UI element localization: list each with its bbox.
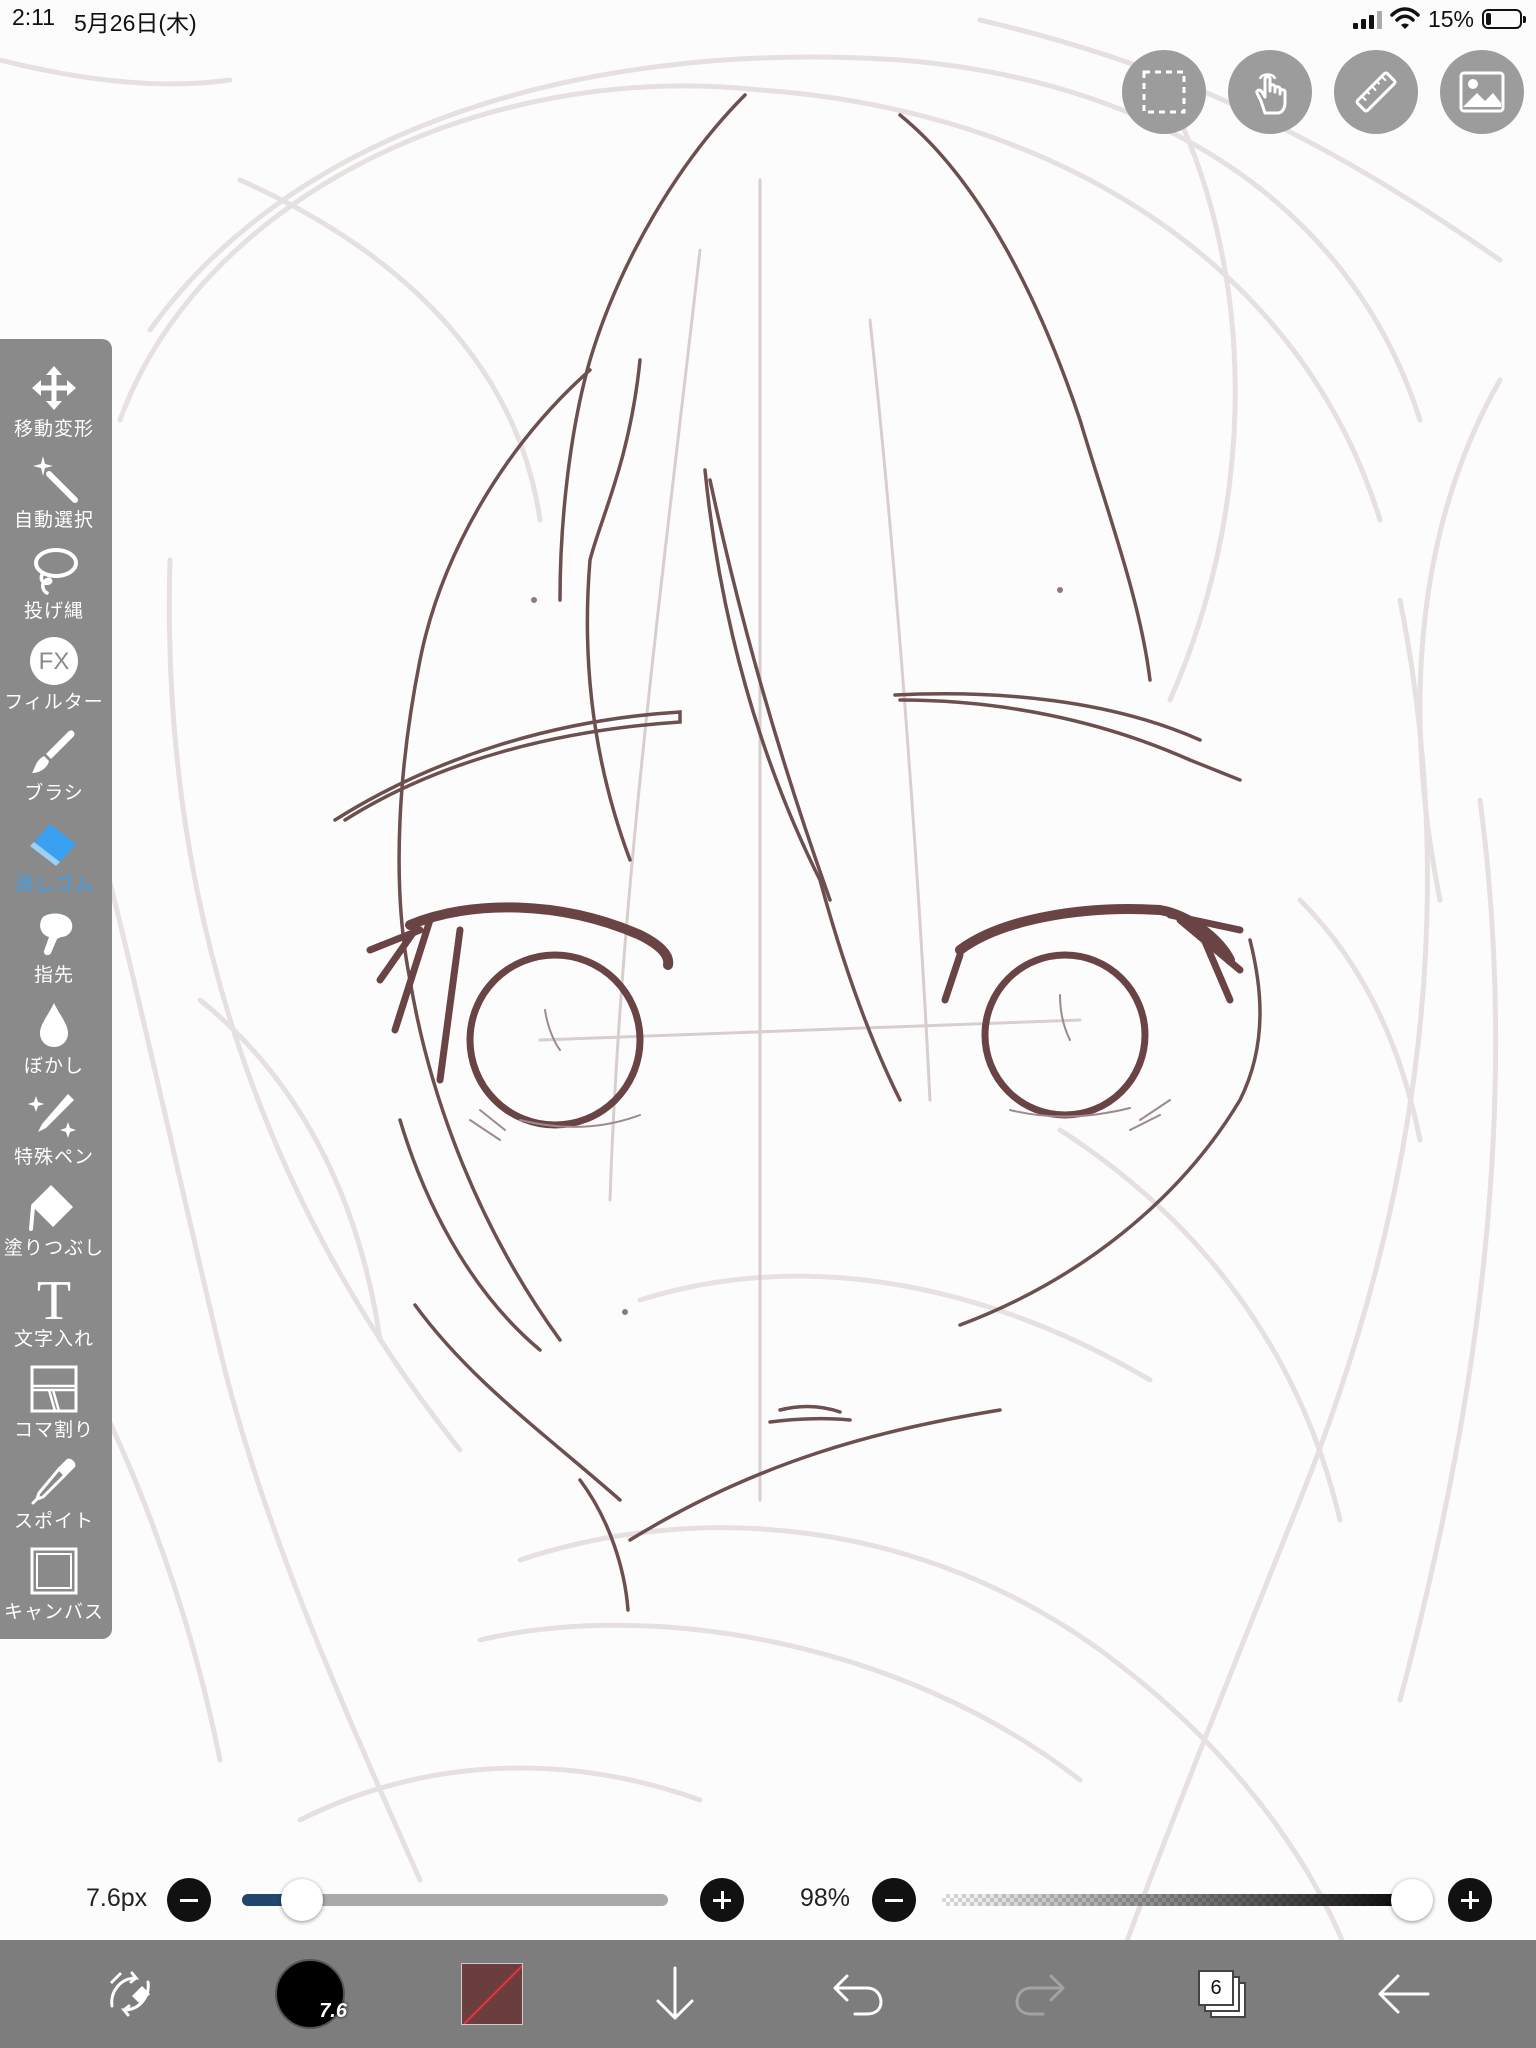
tool-label: 投げ縄 xyxy=(23,601,84,622)
gesture-touch-button[interactable] xyxy=(1228,50,1312,134)
status-date: 5月26日(木) xyxy=(74,10,197,36)
tool-label: フィルター xyxy=(4,692,104,713)
cellular-signal-icon xyxy=(1352,9,1382,29)
opacity-label: 98% xyxy=(800,1884,851,1912)
material-image-button[interactable] xyxy=(1440,50,1524,134)
tool-bucket-fill[interactable]: 塗りつぶし xyxy=(0,1179,108,1270)
tool-label: 自動選択 xyxy=(13,510,94,531)
tool-finger[interactable]: 指先 xyxy=(0,906,108,997)
touch-hand-icon xyxy=(1255,73,1287,115)
tool-move-transform[interactable]: 移動変形 xyxy=(0,360,108,451)
eraser-icon xyxy=(30,824,76,866)
brush-size-thumb[interactable] xyxy=(280,1879,323,1921)
brush-size-button[interactable]: 7.6 xyxy=(270,1940,350,2048)
eyedropper-icon xyxy=(31,1458,76,1505)
brush-size-icon: 7.6 xyxy=(275,1959,347,2029)
brush-icon xyxy=(32,730,75,773)
frame-divider-icon xyxy=(30,1365,78,1413)
tool-label: スポイト xyxy=(13,1511,94,1532)
undo-button[interactable] xyxy=(818,1940,898,2048)
image-icon xyxy=(1459,71,1505,113)
ruler-icon xyxy=(1355,71,1397,113)
opacity-decrease-button[interactable] xyxy=(872,1878,916,1922)
move-transform-icon xyxy=(32,366,76,410)
canvas-icon xyxy=(30,1547,78,1595)
transform-swap-button[interactable] xyxy=(90,1940,170,2048)
selection-layer-button[interactable] xyxy=(1122,50,1206,134)
status-bar: 2:11 5月26日(木) 15% xyxy=(0,0,1536,36)
tool-label: ぼかし xyxy=(23,1056,84,1077)
wifi-icon xyxy=(1390,7,1420,29)
tool-label: 移動変形 xyxy=(13,419,94,440)
brush-size-badge: 7.6 xyxy=(319,2000,347,2022)
tool-label: 指先 xyxy=(33,965,74,986)
transform-swap-icon xyxy=(110,1971,150,2017)
bottom-toolbar: 7.6 6 xyxy=(0,1940,1536,2048)
dashed-rect-selection-icon xyxy=(1142,70,1186,114)
tool-label: 塗りつぶし xyxy=(3,1238,105,1259)
tool-label: ブラシ xyxy=(24,783,84,804)
tool-label: コマ割り xyxy=(13,1420,94,1441)
lasso-icon xyxy=(34,548,78,595)
tool-special-pen[interactable]: 特殊ペン xyxy=(0,1088,108,1179)
layers-button[interactable]: 6 xyxy=(1182,1940,1262,2048)
brush-size-label: 7.6px xyxy=(86,1884,148,1912)
magic-wand-icon xyxy=(33,456,78,503)
tool-eyedropper[interactable]: スポイト xyxy=(0,1452,108,1543)
layer-count: 6 xyxy=(1210,1976,1222,1999)
brush-size-decrease-button[interactable] xyxy=(167,1878,211,1922)
fx-filter-icon: FX xyxy=(30,637,78,685)
svg-text:T: T xyxy=(37,1271,71,1325)
battery-icon xyxy=(1482,9,1526,29)
drawing-canvas[interactable] xyxy=(0,0,1536,2048)
tool-label: 消しゴム xyxy=(13,874,94,895)
redo-icon xyxy=(1015,1974,1065,2016)
tool-eraser[interactable]: 消しゴム xyxy=(0,815,108,906)
download-button[interactable] xyxy=(635,1940,715,2048)
tool-canvas[interactable]: キャンバス xyxy=(0,1543,108,1634)
back-button[interactable] xyxy=(1364,1940,1444,2048)
brush-size-increase-button[interactable] xyxy=(700,1878,744,1922)
bucket-fill-icon xyxy=(29,1185,73,1231)
tool-label: キャンバス xyxy=(3,1602,104,1623)
battery-percent: 15% xyxy=(1427,5,1474,32)
tool-text[interactable]: T 文字入れ xyxy=(0,1270,108,1361)
tool-frame-divider[interactable]: コマ割り xyxy=(0,1361,108,1452)
back-arrow-icon xyxy=(1378,1974,1430,2014)
tool-label: 特殊ペン xyxy=(13,1147,94,1168)
color-button[interactable] xyxy=(452,1940,532,2048)
download-arrow-icon xyxy=(656,1966,694,2020)
text-icon: T xyxy=(37,1271,71,1325)
status-time: 2:11 xyxy=(12,4,56,30)
status-indicators: 15% xyxy=(1352,4,1526,34)
tool-auto-select[interactable]: 自動選択 xyxy=(0,451,108,542)
redo-button[interactable] xyxy=(1000,1940,1080,2048)
finger-smudge-icon xyxy=(40,913,73,956)
tool-filter[interactable]: FX フィルター xyxy=(0,633,108,724)
special-pen-icon xyxy=(28,1094,76,1138)
brush-slider-row: 7.6px 98% xyxy=(0,1870,1536,1930)
color-swatch-icon xyxy=(461,1963,523,2025)
tool-panel: 移動変形 自動選択 投げ縄 FX フィルター ブラシ 消しゴム 指先 ぼかし 特… xyxy=(0,339,112,1639)
battery-level xyxy=(1486,13,1491,25)
tool-label: 文字入れ xyxy=(13,1329,94,1350)
layers-icon: 6 xyxy=(1198,1970,1246,2018)
brush-size-slider[interactable] xyxy=(242,1879,668,1921)
blur-drop-icon xyxy=(40,1003,68,1047)
tool-blur[interactable]: ぼかし xyxy=(0,997,108,1088)
opacity-increase-button[interactable] xyxy=(1448,1878,1492,1922)
undo-icon xyxy=(833,1974,883,2016)
opacity-thumb[interactable] xyxy=(1391,1879,1434,1921)
tool-lasso[interactable]: 投げ縄 xyxy=(0,542,108,633)
ruler-button[interactable] xyxy=(1334,50,1418,134)
opacity-slider[interactable] xyxy=(942,1879,1434,1921)
svg-text:FX: FX xyxy=(39,648,70,675)
tool-brush[interactable]: ブラシ xyxy=(0,724,108,815)
